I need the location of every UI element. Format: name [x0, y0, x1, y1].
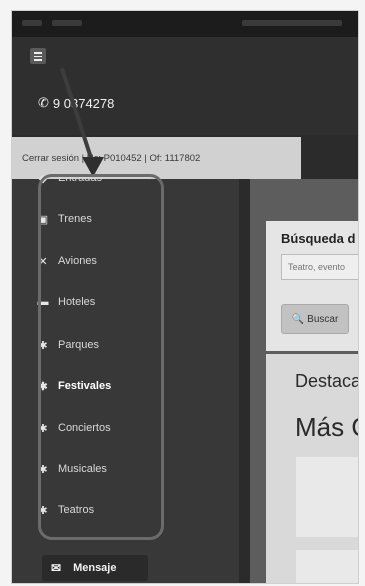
search-title: Búsqueda d [281, 231, 356, 246]
featured-heading: Destaca [295, 371, 359, 391]
sidebar-item-label: Aviones [58, 255, 97, 267]
mensaje-button[interactable]: ✉ Mensaje [42, 555, 148, 581]
search-card: Búsqueda d 🔍 Buscar [266, 221, 358, 351]
phone-number: 9 0374278 [52, 95, 115, 111]
sidebar-item-parques[interactable]: ✱ Parques [37, 334, 99, 356]
train-icon: ▣ [37, 213, 49, 226]
envelope-icon: ✉ [51, 561, 62, 575]
sidebar-item-teatros[interactable]: ✱ Teatros [37, 499, 94, 521]
menu-button[interactable] [30, 48, 46, 64]
sidebar-item-label: Hoteles [58, 296, 96, 308]
sidebar-item-hoteles[interactable]: ▬ Hoteles [37, 291, 96, 313]
content-panel: Destaca Más O [266, 354, 358, 583]
sidebar-item-musicales[interactable]: ✱ Musicales [37, 458, 107, 480]
phone-icon: ✆ [38, 95, 49, 110]
status-bar [12, 11, 358, 37]
search-button-label: Buscar [307, 313, 339, 325]
search-icon: 🔍 [291, 313, 305, 325]
plane-icon: ✕ [38, 255, 48, 268]
bed-icon: ▬ [37, 296, 49, 308]
annotation-arrow-head [82, 157, 104, 177]
more-heading: Más O [295, 412, 358, 442]
sidebar-item-label: Musicales [58, 463, 107, 475]
app-screen: ✆ 9 0374278 Cerrar sesión | Uc: P010452 … [11, 10, 359, 584]
gear-icon: ✱ [38, 463, 48, 476]
gear-icon: ✱ [38, 380, 48, 393]
sidebar-item-label: Teatros [58, 504, 95, 516]
sidebar-item-conciertos[interactable]: ✱ Conciertos [37, 417, 111, 439]
sidebar-item-label: Parques [58, 339, 99, 351]
gear-icon: ✱ [38, 504, 48, 517]
mensaje-label: Mensaje [73, 562, 117, 574]
sidebar-item-festivales[interactable]: ✱ Festivales [37, 375, 111, 397]
gear-icon: ✱ [38, 339, 48, 352]
gear-icon: ✱ [38, 422, 48, 435]
sidebar-item-label: Festivales [58, 380, 112, 392]
search-button[interactable]: 🔍 Buscar [281, 304, 349, 334]
search-input[interactable] [281, 254, 358, 280]
ticket-icon: ◆ [38, 172, 48, 185]
sidebar-item-trenes[interactable]: ▣ Trenes [37, 208, 92, 230]
session-text: Cerrar sesión | Uc: P010452 | Of: 111780… [22, 152, 201, 164]
sidebar-item-aviones[interactable]: ✕ Aviones [37, 250, 97, 272]
content-card[interactable] [296, 457, 358, 537]
content-card[interactable] [296, 550, 358, 583]
sidebar-item-label: Conciertos [58, 422, 111, 434]
sidebar-item-label: Trenes [58, 213, 92, 225]
header-area [12, 37, 358, 135]
